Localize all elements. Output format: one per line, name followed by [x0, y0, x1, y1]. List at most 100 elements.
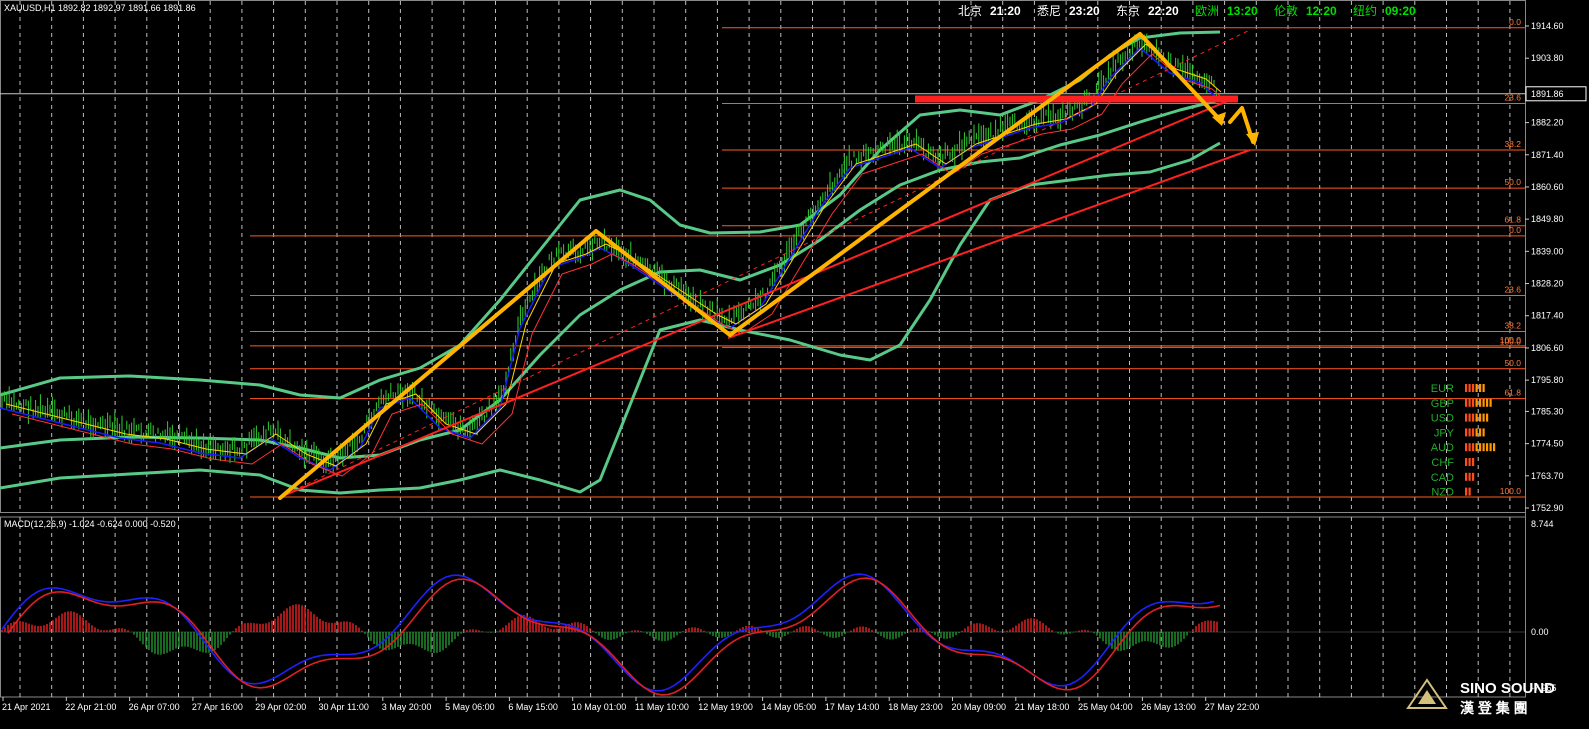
strength-bar — [1475, 398, 1478, 407]
moving-average-red — [11, 53, 1228, 477]
currency-code: USD — [1431, 413, 1454, 425]
strength-bar — [1465, 398, 1468, 407]
fib-label-left: 50.0 — [1504, 358, 1521, 368]
price-tick-label: 1914.60 — [1531, 21, 1564, 31]
strength-bar — [1482, 413, 1485, 422]
price-tick-label: 1785.30 — [1531, 406, 1564, 416]
strength-bar — [1465, 443, 1468, 452]
strength-bar — [1475, 413, 1478, 422]
clock-city: 伦敦 — [1274, 3, 1298, 18]
price-tick-label: 1882.20 — [1531, 118, 1564, 128]
strength-bar — [1465, 428, 1468, 437]
strength-bar — [1465, 413, 1468, 422]
price-tick-label: 1903.80 — [1531, 53, 1564, 63]
time-tick-label: 6 May 15:00 — [508, 702, 558, 712]
currency-code: EUR — [1431, 383, 1454, 395]
clock-city: 悉尼 — [1037, 4, 1061, 18]
time-tick-label: 5 May 06:00 — [445, 702, 495, 712]
strength-bar — [1493, 443, 1496, 452]
strength-bar — [1479, 398, 1482, 407]
price-tick-label: 1806.60 — [1531, 343, 1564, 353]
time-tick-label: 26 May 13:00 — [1141, 702, 1196, 712]
macd-tick-label: 8.744 — [1531, 519, 1554, 529]
strength-bar — [1489, 398, 1492, 407]
strength-bar — [1472, 428, 1475, 437]
price-tick-label: 1839.00 — [1531, 246, 1564, 256]
time-tick-label: 27 Apr 16:00 — [192, 702, 243, 712]
time-tick-label: 12 May 19:00 — [698, 702, 753, 712]
logo-name: SINO SOUND — [1460, 680, 1555, 697]
fib-label-left: 38.2 — [1504, 321, 1521, 331]
strength-bar — [1472, 413, 1475, 422]
strength-bar — [1479, 384, 1482, 392]
time-tick-label: 30 Apr 11:00 — [319, 702, 369, 712]
strength-bar — [1468, 472, 1471, 481]
strength-bar — [1465, 458, 1468, 466]
time-tick-label: 11 May 10:00 — [635, 702, 689, 712]
price-chart[interactable]: 1914.60 1903.80 1882.20 1871.40 1860.60 1849.… — [0, 0, 1589, 729]
clock-time: 13:20 — [1227, 4, 1258, 18]
time-tick-label: 10 May 01:00 — [572, 702, 627, 712]
fib-label-left: 100.0 — [1500, 486, 1522, 496]
strength-bar — [1479, 443, 1482, 452]
time-tick-label: 18 May 23:00 — [888, 702, 943, 712]
strength-bar — [1472, 458, 1475, 466]
price-tick-label: 1828.20 — [1531, 279, 1564, 289]
strength-bar — [1475, 384, 1478, 392]
strength-bar — [1486, 398, 1489, 407]
clock-time: 12:20 — [1306, 4, 1337, 18]
bollinger-middle — [0, 98, 1221, 460]
currency-code: NZD — [1431, 487, 1454, 499]
bollinger-lower — [0, 141, 1221, 495]
strength-bar — [1479, 428, 1482, 437]
time-tick-label: 21 May 18:00 — [1015, 702, 1070, 712]
wave-arrow-2 — [728, 32, 1224, 337]
currency-code: JPY — [1434, 427, 1455, 439]
time-tick-label: 25 May 04:00 — [1078, 702, 1133, 712]
strength-bar — [1475, 443, 1478, 452]
strength-bar — [1472, 443, 1475, 452]
macd-header: MACD(12,26,9) -1.024 -0.624 0.000 -0.520 — [4, 519, 176, 529]
strength-bar — [1472, 398, 1475, 407]
strength-bar — [1479, 413, 1482, 422]
strength-bar — [1465, 472, 1468, 481]
bollinger-upper — [0, 30, 1221, 400]
time-tick-label: 3 May 20:00 — [382, 702, 432, 712]
clock-time: 22:20 — [1148, 4, 1179, 18]
fib-label-right: 38.2 — [1504, 139, 1521, 149]
time-tick-label: 14 May 05:00 — [762, 702, 817, 712]
sino-sound-logo: SINO SOUND 漢 登 集 團 — [1406, 678, 1555, 716]
time-tick-label: 26 Apr 07:00 — [129, 702, 180, 712]
strength-bar — [1468, 398, 1471, 407]
price-tick-label: 1860.60 — [1531, 182, 1564, 192]
strength-bar — [1486, 443, 1489, 452]
strength-bar — [1468, 413, 1471, 422]
strength-bar — [1472, 472, 1475, 481]
strength-bar — [1468, 487, 1471, 496]
time-tick-label: 21 Apr 2021 — [2, 702, 51, 712]
strength-bar — [1468, 443, 1471, 452]
fib-label-left: 23.6 — [1504, 284, 1521, 294]
strength-bar — [1486, 413, 1489, 422]
symbol-header: XAUUSD,H1 1892.82 1892.97 1891.66 1891.8… — [4, 3, 196, 13]
strength-bar — [1482, 428, 1485, 437]
price-tick-label: 1752.90 — [1531, 503, 1564, 513]
time-tick-label: 29 Apr 02:00 — [255, 702, 306, 712]
clock-city: 欧洲 — [1195, 4, 1219, 18]
fib-label-right: 61.8 — [1504, 215, 1521, 225]
current-price-label: 1891.86 — [1531, 89, 1564, 99]
price-tick-label: 1817.40 — [1531, 311, 1564, 321]
time-tick-label: 22 Apr 21:00 — [65, 702, 116, 712]
strength-bar — [1472, 384, 1475, 392]
fib-label-right: 50.0 — [1504, 177, 1521, 187]
clock-city: 北京 — [958, 4, 982, 18]
trend-line-1 — [277, 97, 1236, 499]
strength-bar — [1465, 487, 1468, 496]
currency-code: CHF — [1431, 457, 1454, 469]
fib-label-right: 0.0 — [1509, 17, 1521, 27]
price-tick-label: 1795.80 — [1531, 375, 1564, 385]
strength-bar — [1468, 428, 1471, 437]
strength-bar — [1468, 458, 1471, 466]
time-tick-label: 27 May 22:00 — [1205, 702, 1260, 712]
clock-time: 09:20 — [1385, 4, 1416, 18]
